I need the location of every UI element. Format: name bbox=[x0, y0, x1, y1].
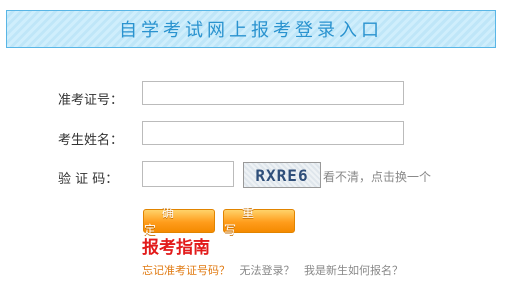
name-input[interactable] bbox=[142, 121, 404, 145]
captcha-refresh-link[interactable]: 看不清，点击换一个 bbox=[323, 168, 431, 185]
cannot-login-link[interactable]: 无法登录？ bbox=[240, 264, 295, 277]
reset-button[interactable]: 重写 bbox=[223, 206, 295, 237]
new-student-link[interactable]: 我是新生如何报名？ bbox=[304, 264, 403, 277]
name-label: 考生姓名： bbox=[58, 133, 124, 148]
help-links: 忘记准考证号码？ 无法登录？ 我是新生如何报名？ bbox=[142, 262, 409, 278]
header-banner: 自学考试网上报考登录入口 bbox=[6, 10, 496, 48]
exam-id-label: 准考证号： bbox=[58, 93, 124, 108]
captcha-image[interactable]: RXRE6 bbox=[243, 162, 321, 188]
confirm-button[interactable]: 确定 bbox=[143, 206, 215, 237]
exam-id-input[interactable] bbox=[142, 81, 404, 105]
page-title: 自学考试网上报考登录入口 bbox=[119, 20, 383, 41]
forgot-exam-id-link[interactable]: 忘记准考证号码？ bbox=[142, 264, 230, 277]
exam-guide-title[interactable]: 报考指南 bbox=[142, 233, 210, 258]
captcha-input[interactable] bbox=[142, 161, 234, 187]
captcha-label: 验 证 码： bbox=[58, 172, 119, 187]
captcha-text: RXRE6 bbox=[255, 165, 309, 185]
